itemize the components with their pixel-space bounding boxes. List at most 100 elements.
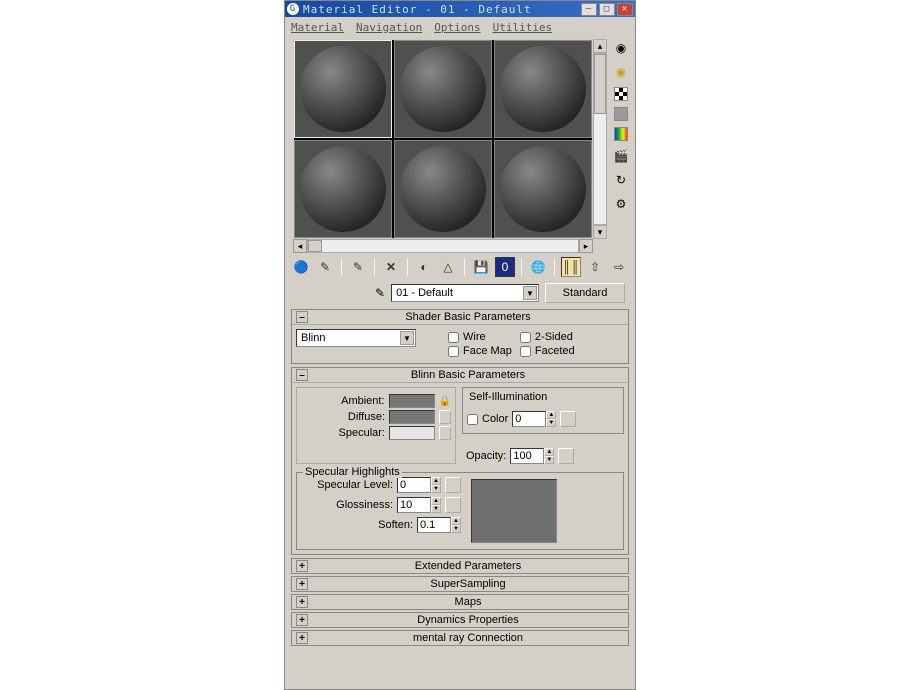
faceted-checkbox[interactable]: Faceted [520, 345, 575, 357]
rollout-maps[interactable]: + Maps [291, 594, 629, 610]
lock-icon[interactable]: 🔒 [439, 396, 451, 407]
material-slot-6[interactable] [494, 140, 592, 238]
slots-horizontal-scrollbar[interactable]: ◂ ▸ [293, 239, 593, 253]
window-title: Material Editor - 01 - Default [303, 3, 532, 16]
make-copy-button[interactable]: ◐ [414, 257, 434, 277]
sphere-preview-icon [400, 146, 486, 232]
sphere-preview-icon [400, 46, 486, 132]
material-type-button[interactable]: Standard [545, 283, 625, 303]
rollout-supersampling[interactable]: + SuperSampling [291, 576, 629, 592]
opacity-spinner[interactable]: ▲▼ [510, 448, 554, 464]
diffuse-map-button[interactable] [439, 410, 451, 424]
wire-checkbox[interactable]: Wire [448, 331, 512, 343]
facemap-checkbox[interactable]: Face Map [448, 345, 512, 357]
scroll-left-button[interactable]: ◂ [293, 239, 307, 253]
rollout-toggle-icon[interactable]: + [296, 578, 308, 590]
sphere-preview-icon [500, 46, 586, 132]
opacity-map-button[interactable] [558, 448, 574, 464]
scroll-right-button[interactable]: ▸ [579, 239, 593, 253]
side-toolbar: ◉ ◉ 🎬 ↻ ⚙ [607, 39, 631, 239]
si-color-checkbox[interactable] [467, 414, 478, 425]
show-map-in-viewport-button[interactable]: 🌐 [528, 257, 548, 277]
rollout-extended-parameters[interactable]: + Extended Parameters [291, 558, 629, 574]
material-id-button[interactable]: 0 [495, 257, 515, 277]
2sided-checkbox[interactable]: 2-Sided [520, 331, 575, 343]
make-preview-icon[interactable]: ↻ [612, 171, 630, 189]
rollout-toggle-icon[interactable]: + [296, 560, 308, 572]
material-name-combo[interactable]: 01 - Default ▼ [391, 284, 539, 302]
sample-type-icon[interactable]: ◉ [612, 39, 630, 57]
material-slot-3[interactable] [494, 40, 592, 138]
si-value-spinner[interactable]: ▲▼ [512, 411, 556, 427]
background-checker-icon[interactable] [614, 87, 628, 101]
material-slots-grid [293, 39, 593, 239]
material-name-value: 01 - Default [396, 287, 453, 299]
rollout-dynamics-properties[interactable]: + Dynamics Properties [291, 612, 629, 628]
sphere-preview-icon [500, 146, 586, 232]
backlight-icon[interactable]: ◉ [612, 63, 630, 81]
background-gray-icon[interactable] [614, 107, 628, 121]
sphere-preview-icon [300, 146, 386, 232]
make-unique-button[interactable]: △ [438, 257, 458, 277]
menu-navigation[interactable]: Navigation [356, 21, 422, 34]
show-end-result-button[interactable]: ║║ [561, 257, 581, 277]
menu-options[interactable]: Options [434, 21, 480, 34]
specular-color-swatch[interactable] [389, 426, 435, 440]
material-slot-1[interactable] [294, 40, 392, 138]
rollout-toggle-icon[interactable]: + [296, 614, 308, 626]
specular-level-map-button[interactable] [445, 477, 461, 493]
material-slot-2[interactable] [394, 40, 492, 138]
soften-spinner[interactable]: ▲▼ [417, 517, 461, 533]
chevron-down-icon[interactable]: ▼ [523, 286, 537, 300]
specular-level-spinner[interactable]: ▲▼ [397, 477, 441, 493]
go-to-parent-button[interactable]: ⇧ [585, 257, 605, 277]
rollout-toggle-icon[interactable]: + [296, 596, 308, 608]
rollout-header-shader-basic[interactable]: – Shader Basic Parameters [292, 310, 628, 325]
app-icon: G [287, 3, 299, 15]
menu-material[interactable]: Material [291, 21, 344, 34]
rollout-toggle-icon[interactable]: – [296, 311, 308, 323]
color-swatches-panel: Ambient: 🔒 Diffuse: Specular: [296, 387, 456, 464]
titlebar: G Material Editor - 01 - Default — □ ✕ [285, 1, 635, 17]
glossiness-map-button[interactable] [445, 497, 461, 513]
rollout-toggle-icon[interactable]: – [296, 369, 308, 381]
shader-type-combo[interactable]: Blinn ▼ [296, 329, 416, 347]
rollout-header-blinn-basic[interactable]: – Blinn Basic Parameters [292, 368, 628, 383]
get-material-button[interactable]: 🔵 [291, 257, 311, 277]
pick-material-icon[interactable]: ✎ [375, 286, 385, 300]
reset-button[interactable]: ✕ [381, 257, 401, 277]
close-button[interactable]: ✕ [617, 3, 633, 16]
video-color-check-icon[interactable]: 🎬 [612, 147, 630, 165]
menu-utilities[interactable]: Utilities [493, 21, 553, 34]
main-toolbar: 🔵 ✎ ✎ ✕ ◐ △ 💾 0 🌐 ║║ ⇧ ⇨ [285, 253, 635, 281]
slots-vertical-scrollbar[interactable]: ▴ ▾ [593, 39, 607, 239]
put-to-library-button[interactable]: 💾 [471, 257, 491, 277]
rollout-toggle-icon[interactable]: + [296, 632, 308, 644]
self-illumination-group: Self-Illumination Color ▲▼ [462, 387, 624, 434]
menubar: Material Navigation Options Utilities [285, 17, 635, 37]
scroll-up-button[interactable]: ▴ [593, 39, 607, 53]
si-map-button[interactable] [560, 411, 576, 427]
glossiness-spinner[interactable]: ▲▼ [397, 497, 441, 513]
sample-uv-tiling-icon[interactable] [614, 127, 628, 141]
scroll-down-button[interactable]: ▾ [593, 225, 607, 239]
rollout-mental-ray-connection[interactable]: + mental ray Connection [291, 630, 629, 646]
assign-to-selection-button[interactable]: ✎ [348, 257, 368, 277]
specular-map-button[interactable] [439, 426, 451, 440]
put-to-scene-button[interactable]: ✎ [315, 257, 335, 277]
go-forward-button[interactable]: ⇨ [609, 257, 629, 277]
sphere-preview-icon [300, 46, 386, 132]
material-slot-4[interactable] [294, 140, 392, 238]
h-scroll-thumb[interactable] [308, 240, 322, 252]
options-icon[interactable]: ⚙ [612, 195, 630, 213]
minimize-button[interactable]: — [581, 3, 597, 16]
chevron-down-icon[interactable]: ▼ [400, 331, 414, 345]
material-editor-window: G Material Editor - 01 - Default — □ ✕ M… [284, 0, 636, 690]
material-slot-5[interactable] [394, 140, 492, 238]
maximize-button[interactable]: □ [599, 3, 615, 16]
scroll-thumb[interactable] [594, 54, 606, 114]
specular-curve-preview [471, 479, 557, 543]
rollout-blinn-basic: – Blinn Basic Parameters Ambient: 🔒 [291, 367, 629, 555]
diffuse-color-swatch[interactable] [389, 410, 435, 424]
ambient-color-swatch[interactable] [389, 394, 435, 408]
